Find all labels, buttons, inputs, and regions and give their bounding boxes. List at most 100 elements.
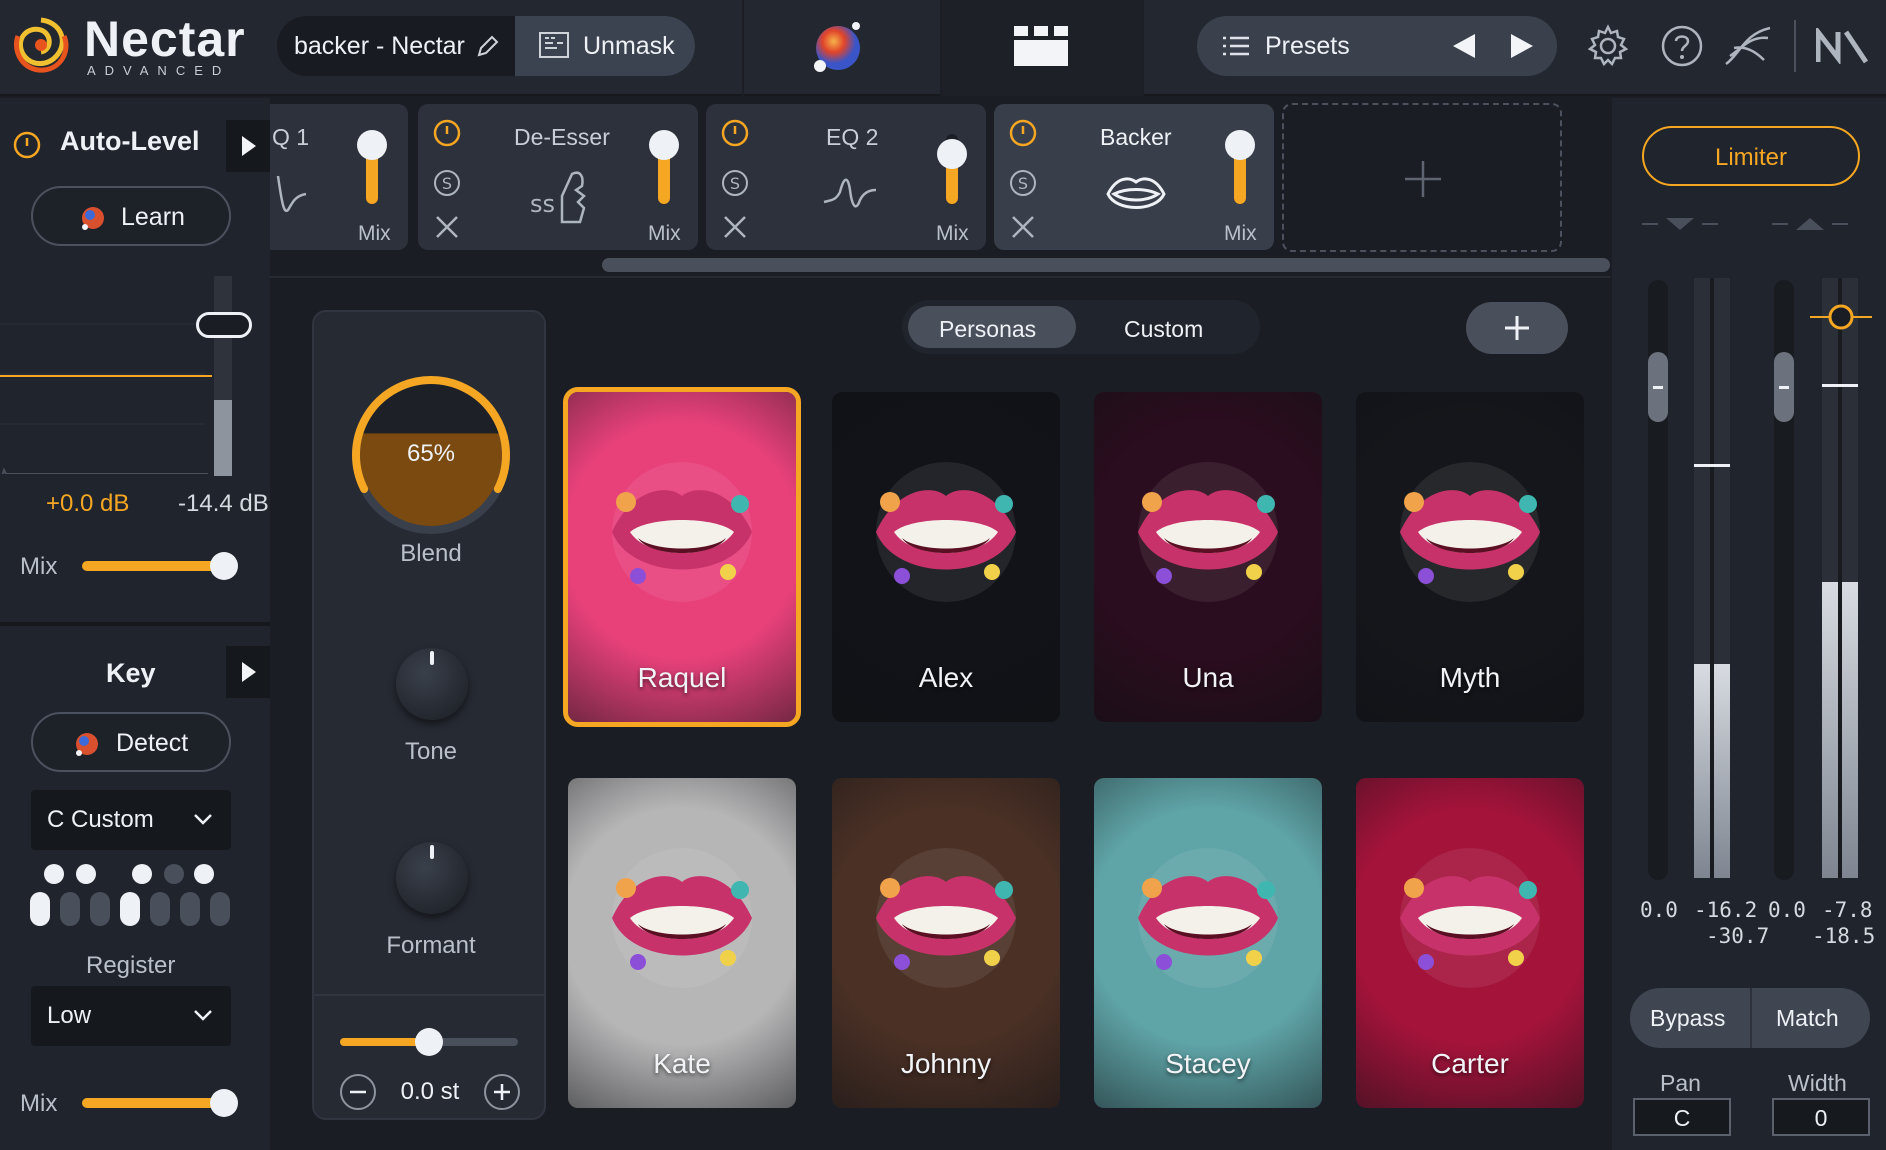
blend-knob[interactable]: 65% bbox=[350, 374, 512, 536]
width-field[interactable]: 0 bbox=[1772, 1098, 1870, 1136]
tone-label: Tone bbox=[404, 738, 458, 765]
key-note-selector[interactable] bbox=[28, 864, 238, 928]
add-persona-button[interactable] bbox=[1466, 302, 1568, 354]
output-level-value: -7.8 bbox=[1822, 898, 1873, 922]
backer-remove-icon[interactable] bbox=[1010, 214, 1036, 240]
auto-level-display bbox=[0, 274, 216, 474]
learn-label: Learn bbox=[121, 203, 185, 231]
de-esser-solo-icon[interactable]: S bbox=[432, 168, 462, 198]
key-select[interactable]: C Custom bbox=[31, 790, 231, 850]
add-module-slot[interactable] bbox=[1282, 103, 1562, 252]
pan-label: Pan bbox=[1660, 1070, 1701, 1096]
prev-preset-button[interactable] bbox=[1451, 32, 1477, 60]
tab-personas[interactable]: Personas bbox=[908, 306, 1076, 348]
tab-personas-label: Personas bbox=[939, 316, 1037, 342]
chevron-down-icon bbox=[193, 812, 213, 826]
input-gain-fader[interactable] bbox=[1648, 280, 1668, 880]
pitch-slider[interactable] bbox=[340, 1028, 518, 1056]
auto-level-input-value: -14.4 dB bbox=[178, 490, 269, 517]
routing-icon[interactable] bbox=[1724, 24, 1772, 68]
detect-label: Detect bbox=[116, 729, 189, 757]
persona-card-johnny[interactable]: Johnny bbox=[832, 778, 1060, 1108]
auto-level-title: Auto-Level bbox=[60, 126, 200, 156]
pan-field[interactable]: C bbox=[1633, 1098, 1731, 1136]
pan-value: C bbox=[1673, 1105, 1691, 1131]
unmask-button[interactable]: Unmask bbox=[515, 16, 695, 76]
module-eq2-mix-fader[interactable] bbox=[937, 134, 967, 204]
input-gain-arrow-icon bbox=[1642, 214, 1732, 234]
backer-controls-panel: 65% Blend Tone Formant 0.0 st bbox=[312, 310, 546, 1120]
limiter-button[interactable]: Limiter bbox=[1642, 126, 1860, 186]
persona-card-myth[interactable]: Myth bbox=[1356, 392, 1584, 722]
auto-level-target-handle[interactable] bbox=[196, 312, 252, 338]
settings-gear-icon[interactable] bbox=[1586, 24, 1630, 68]
module-de-esser-mix-fader[interactable] bbox=[649, 129, 679, 204]
blend-label: Blend bbox=[400, 540, 462, 567]
plus-icon bbox=[1503, 314, 1531, 342]
learn-button[interactable]: Learn bbox=[31, 186, 231, 246]
backer-solo-icon[interactable]: S bbox=[1008, 168, 1038, 198]
next-preset-button[interactable] bbox=[1509, 32, 1535, 60]
persona-card-kate[interactable]: Kate bbox=[568, 778, 796, 1108]
edit-pencil-icon[interactable] bbox=[475, 33, 501, 59]
eq2-power-icon[interactable] bbox=[720, 118, 750, 148]
presets-bar[interactable]: Presets bbox=[1197, 16, 1557, 76]
formant-knob[interactable] bbox=[396, 842, 468, 914]
tone-knob[interactable] bbox=[396, 648, 468, 720]
bypass-button[interactable]: Bypass bbox=[1630, 988, 1750, 1048]
persona-card-una[interactable]: Una bbox=[1094, 392, 1322, 722]
register-select[interactable]: Low bbox=[31, 986, 231, 1046]
key-expand-button[interactable] bbox=[226, 646, 270, 698]
output-meter bbox=[1822, 278, 1858, 878]
module-strip-scrollbar[interactable] bbox=[602, 258, 1610, 272]
detect-button[interactable]: Detect bbox=[31, 712, 231, 772]
module-backer-mix-fader[interactable] bbox=[1225, 129, 1255, 204]
persona-name: Kate bbox=[653, 1048, 711, 1079]
visual-mixer-orb-icon[interactable] bbox=[808, 18, 868, 78]
key-title: Key bbox=[106, 658, 156, 688]
module-eq1-mix-fader[interactable] bbox=[357, 129, 387, 204]
persona-card-carter[interactable]: Carter bbox=[1356, 778, 1584, 1108]
auto-level-mix-slider[interactable] bbox=[82, 552, 238, 580]
module-de-esser[interactable]: S De-Esser ss Mix bbox=[418, 104, 698, 250]
ceiling-handle[interactable] bbox=[1810, 302, 1872, 332]
preset-name-box[interactable]: backer - Nectar Unmask bbox=[277, 16, 695, 76]
input-meter bbox=[1694, 278, 1730, 878]
key-mix-label: Mix bbox=[20, 1090, 58, 1117]
module-backer[interactable]: S Backer Mix bbox=[994, 104, 1274, 250]
pitch-increase-button[interactable] bbox=[482, 1072, 522, 1112]
backer-power-icon[interactable] bbox=[1008, 118, 1038, 148]
eq2-solo-icon[interactable]: S bbox=[720, 168, 750, 198]
input-level-value: -16.2 bbox=[1694, 898, 1758, 922]
persona-card-raquel[interactable]: Raquel bbox=[563, 387, 801, 727]
de-esser-power-icon[interactable] bbox=[432, 118, 462, 148]
module-view-tab[interactable] bbox=[942, 0, 1142, 96]
preset-name-label[interactable]: backer - Nectar bbox=[294, 32, 465, 61]
persona-tab-switch: Personas Custom bbox=[902, 300, 1260, 354]
persona-name: Raquel bbox=[637, 662, 727, 693]
de-esser-remove-icon[interactable] bbox=[434, 214, 460, 240]
persona-card-alex[interactable]: Alex bbox=[832, 392, 1060, 722]
eq-curve-icon bbox=[276, 174, 316, 218]
key-select-value: C Custom bbox=[47, 806, 154, 833]
key-mix-slider[interactable] bbox=[82, 1089, 238, 1117]
help-icon[interactable] bbox=[1660, 24, 1704, 68]
module-eq1-title: Q 1 bbox=[272, 124, 310, 150]
pitch-value: 0.0 st bbox=[400, 1078, 460, 1105]
output-gain-fader[interactable] bbox=[1774, 280, 1794, 880]
learn-orb-icon bbox=[79, 204, 107, 232]
module-de-esser-title: De-Esser bbox=[514, 124, 610, 150]
output-gain-arrow-icon bbox=[1772, 214, 1862, 234]
modules-grid-icon bbox=[1014, 26, 1070, 68]
persona-card-stacey[interactable]: Stacey bbox=[1094, 778, 1322, 1108]
pitch-decrease-button[interactable] bbox=[338, 1072, 378, 1112]
auto-level-expand-button[interactable] bbox=[226, 120, 270, 172]
bypass-label: Bypass bbox=[1650, 1005, 1726, 1031]
module-de-esser-mix-label: Mix bbox=[648, 222, 681, 245]
tab-custom[interactable]: Custom bbox=[1082, 306, 1254, 348]
eq2-remove-icon[interactable] bbox=[722, 214, 748, 240]
match-button[interactable]: Match bbox=[1752, 988, 1870, 1048]
module-eq1-mix-label: Mix bbox=[358, 222, 391, 245]
auto-level-power-icon[interactable] bbox=[12, 130, 42, 160]
module-eq2[interactable]: S EQ 2 Mix bbox=[706, 104, 986, 250]
